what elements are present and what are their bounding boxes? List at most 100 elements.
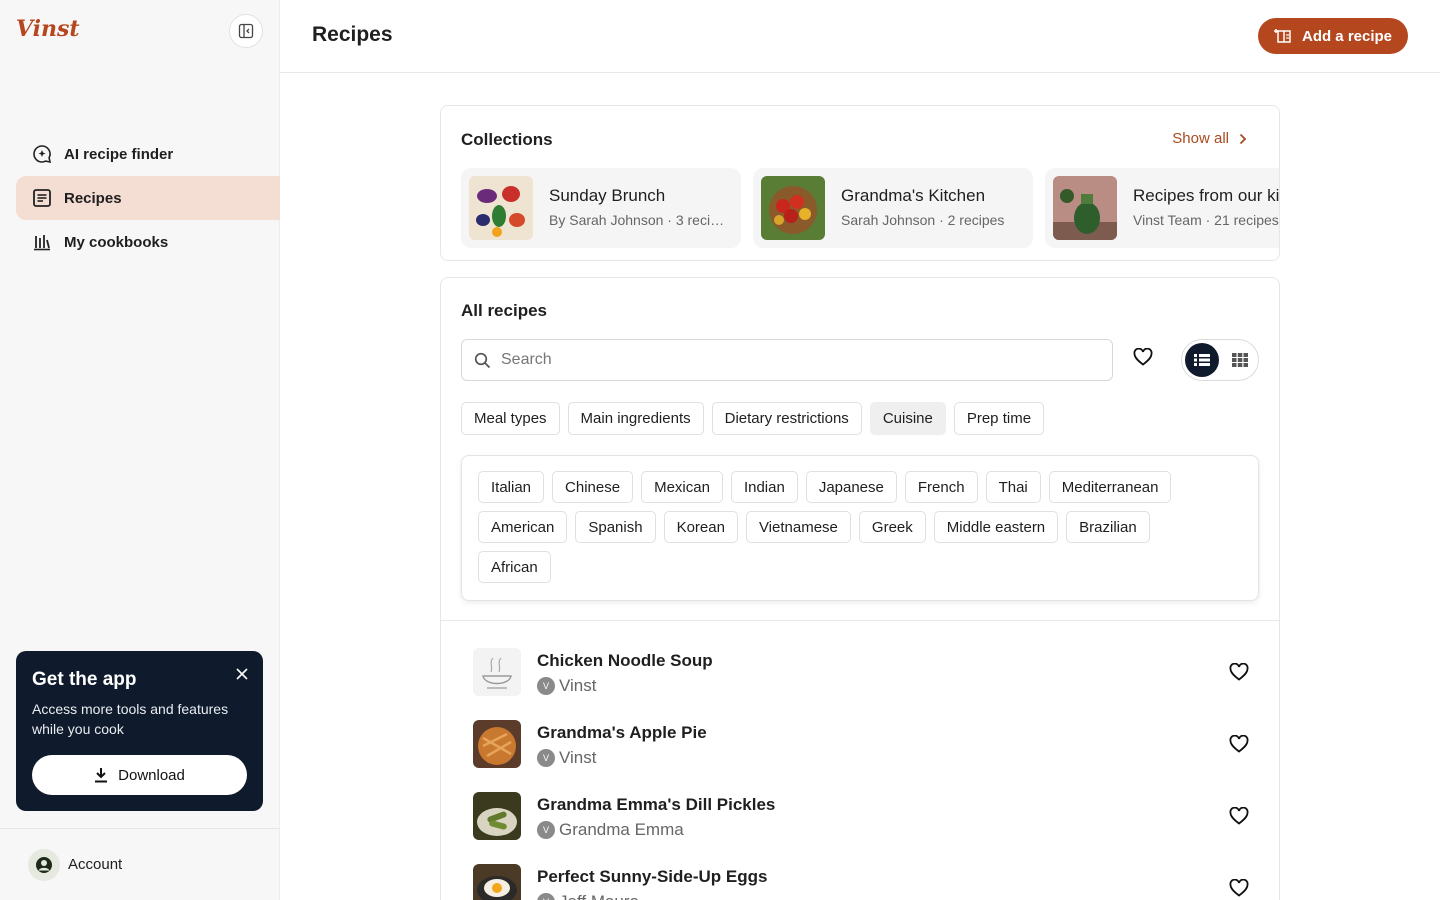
collections-section: Collections Show all Sunday Brunch By Sa… [440,105,1280,261]
filter-chips: Meal types Main ingredients Dietary rest… [461,402,1052,435]
download-icon [95,768,108,783]
cuisine-option[interactable]: Greek [858,511,926,543]
author-badge-icon: V [537,677,555,695]
cuisine-options-panel: Italian Chinese Mexican Indian Japanese … [461,455,1259,601]
search-placeholder: Search [501,351,552,368]
collections-title: Collections [461,130,553,149]
filter-dietary-restrictions[interactable]: Dietary restrictions [711,402,862,435]
close-icon[interactable] [235,667,249,686]
collections-carousel: Sunday Brunch By Sarah Johnson · 3 recip… [461,168,1280,248]
recipe-author: V Jeff Mauro [537,892,639,900]
recipe-name: Grandma's Apple Pie [537,723,707,742]
author-badge-icon: V [537,749,555,767]
cuisine-option[interactable]: Japanese [805,471,897,503]
search-input[interactable]: Search [461,339,1113,381]
filter-meal-types[interactable]: Meal types [461,402,560,435]
recipe-row[interactable]: Chicken Noodle Soup V Vinst [473,648,1263,720]
cuisine-option[interactable]: Mediterranean [1048,471,1172,503]
collapse-sidebar-button[interactable] [229,14,263,48]
cuisine-option[interactable]: Brazilian [1066,511,1150,543]
divider [441,620,1279,621]
cuisine-option[interactable]: American [478,511,568,543]
recipe-thumbnail [473,864,521,900]
cuisine-option[interactable]: French [904,471,978,503]
recipe-row[interactable]: Perfect Sunny-Side-Up Eggs V Jeff Mauro [473,864,1263,900]
favorite-heart-icon[interactable] [1229,878,1249,900]
collection-card-grandmas-kitchen[interactable]: Grandma's Kitchen Sarah Johnson · 2 reci… [753,168,1033,248]
recipe-row[interactable]: Grandma Emma's Dill Pickles V Grandma Emm… [473,792,1263,864]
cookbooks-icon [34,235,50,251]
filter-prep-time[interactable]: Prep time [953,402,1045,435]
collection-thumbnail [761,176,825,240]
page-title: Recipes [312,23,393,46]
app-card-title: Get the app [32,669,137,690]
cuisine-option[interactable]: Indian [730,471,798,503]
recipe-name: Grandma Emma's Dill Pickles [537,795,776,814]
list-view-button[interactable] [1185,343,1219,377]
collection-meta: By Sarah Johnson · 3 recipes [549,212,727,228]
get-the-app-card: Get the app Access more tools and featur… [16,651,263,811]
page-header: Recipes Add a recipe [280,0,1440,73]
sidebar-item-label: AI recipe finder [64,145,174,163]
recipe-author-name: Grandma Emma [559,820,684,839]
recipe-author: V Vinst [537,748,597,768]
cuisine-option[interactable]: Mexican [641,471,723,503]
add-recipe-label: Add a recipe [1301,27,1393,45]
download-app-button[interactable]: Download [32,755,247,795]
recipe-author-name: Vinst [559,676,597,695]
author-badge-icon: V [537,821,555,839]
recipe-list: Chicken Noodle Soup V Vinst Grandma's App… [473,648,1263,900]
list-view-icon [1194,354,1210,366]
all-recipes-section: All recipes Search Meal types Main ingre… [440,277,1280,900]
recipe-author: V Vinst [537,676,597,696]
view-toggle [1181,339,1259,381]
grid-view-button[interactable] [1223,343,1257,377]
favorite-heart-icon[interactable] [1229,806,1249,830]
sidebar-item-my-cookbooks[interactable]: My cookbooks [16,220,280,264]
cuisine-option[interactable]: Korean [663,511,738,543]
collection-thumbnail [469,176,533,240]
add-recipe-button[interactable]: Add a recipe [1258,18,1408,54]
account-label: Account [68,856,123,873]
cuisine-option[interactable]: Thai [985,471,1041,503]
sidebar-item-ai-recipe-finder[interactable]: AI recipe finder [16,132,280,176]
cuisine-option[interactable]: Spanish [575,511,656,543]
app-card-description: Access more tools and features while you… [32,701,229,737]
filter-main-ingredients[interactable]: Main ingredients [567,402,704,435]
collection-thumbnail [1053,176,1117,240]
recipe-thumbnail [473,720,521,768]
recipe-row[interactable]: Grandma's Apple Pie V Vinst [473,720,1263,792]
sidebar-item-recipes[interactable]: Recipes [16,176,280,220]
show-all-label: Show all [1172,130,1229,147]
user-icon [36,856,52,873]
collection-name: Recipes from our kitchen [1133,186,1280,205]
cuisine-option[interactable]: Chinese [552,471,634,503]
sidebar-item-label: Recipes [64,189,122,207]
all-recipes-title: All recipes [461,301,547,320]
favorites-filter-heart-icon[interactable] [1133,347,1153,371]
grid-view-icon [1232,353,1248,367]
vinst-logo[interactable]: Vinst [16,16,80,42]
sidebar: Vinst AI recipe finder Recipes My cookbo… [0,0,280,900]
collection-card-sunday-brunch[interactable]: Sunday Brunch By Sarah Johnson · 3 recip… [461,168,741,248]
recipe-thumbnail [473,792,521,840]
chat-sparkle-icon [33,145,52,164]
favorite-heart-icon[interactable] [1229,662,1249,686]
chevron-right-icon [1239,133,1247,144]
filter-cuisine[interactable]: Cuisine [869,402,946,435]
sidebar-collapse-icon [238,23,254,39]
show-all-link[interactable]: Show all [1172,130,1247,147]
cuisine-option[interactable]: Vietnamese [745,511,851,543]
account-button[interactable]: Account [0,828,279,900]
cuisine-option[interactable]: Italian [478,471,545,503]
recipe-book-icon [33,189,51,207]
recipe-author-name: Jeff Mauro [559,892,639,900]
sidebar-item-label: My cookbooks [64,233,169,251]
cuisine-option[interactable]: African [478,551,551,583]
recipe-author: V Grandma Emma [537,820,684,840]
collection-card-recipes-from-our-kitchen[interactable]: Recipes from our kitchen Vinst Team · 21… [1045,168,1280,248]
collection-meta: Sarah Johnson · 2 recipes [841,212,1005,228]
avatar [28,848,60,881]
cuisine-option[interactable]: Middle eastern [933,511,1059,543]
favorite-heart-icon[interactable] [1229,734,1249,758]
